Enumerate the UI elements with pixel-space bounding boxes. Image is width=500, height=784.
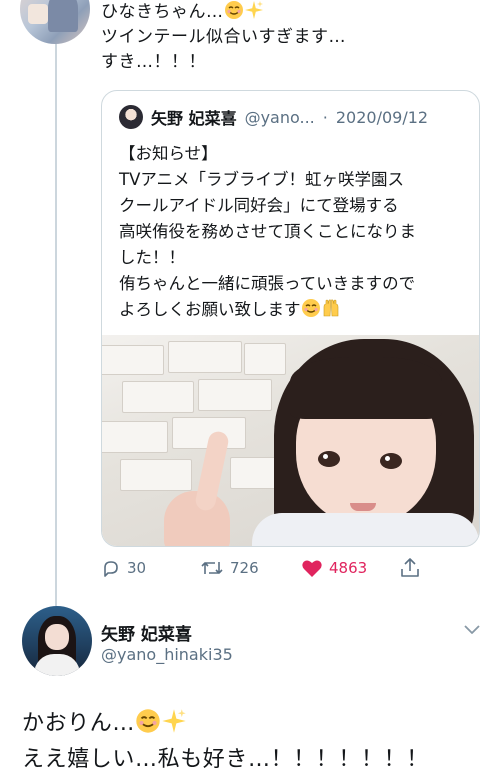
photo-brick [122, 381, 194, 413]
smiling-face-icon [136, 709, 160, 733]
quoted-tweet-date[interactable]: 2020/09/12 [336, 108, 428, 127]
reply-icon [104, 561, 118, 577]
main-line-2: ええ嬉しい…私も好き…！！！！！！！ [22, 747, 429, 772]
author-avatar-face [45, 624, 69, 650]
smiling-face-icon [224, 1, 243, 19]
reply-line-2: ツインテール似合いすぎます… [101, 27, 346, 47]
main-line-1: かおりん… [22, 711, 136, 736]
tweet-action-bar: 30 726 4863 [101, 555, 478, 581]
sparkles-icon [244, 1, 263, 19]
quote-line-5: した！！ [119, 248, 185, 267]
author-avatar[interactable] [22, 606, 92, 676]
header-separator: · [322, 107, 328, 127]
avatar-figure [48, 0, 78, 32]
retweet-button[interactable]: 726 [200, 555, 259, 581]
reply-tweet-text: ひなきちゃん… ツインテール似合いすぎます… すき…！！！ [101, 0, 346, 75]
retweet-icon [201, 562, 223, 574]
photo-brick [168, 341, 242, 373]
photo-brick [102, 345, 164, 375]
thread-connector-line [55, 40, 57, 606]
author-name[interactable]: 矢野 妃菜喜 [101, 620, 192, 645]
quoted-author-avatar[interactable] [119, 105, 143, 129]
raised-hands-icon [323, 299, 338, 317]
quote-line-4: 高咲侑役を務めさせて頂くことになりま [119, 222, 416, 241]
quote-line-3: クールアイドル同好会」にて登場する [119, 196, 399, 215]
quote-line-6: 侑ちゃんと一緒に頑張っていきますので [119, 274, 416, 293]
share-button[interactable] [399, 555, 421, 581]
avatar-detail [28, 4, 48, 24]
reply-button[interactable]: 30 [101, 555, 146, 581]
quoted-author-name[interactable]: 矢野 妃菜喜 [151, 105, 237, 129]
share-icon [401, 558, 419, 577]
quote-line-2: TVアニメ「ラブライブ！虹ヶ咲学園ス [119, 170, 405, 189]
smiling-face-icon [301, 299, 320, 317]
reply-line-1: ひなきちゃん… [101, 2, 224, 22]
quoted-author-handle[interactable]: @yano... [245, 108, 315, 127]
quoted-tweet-photo[interactable] [102, 335, 479, 546]
reply-count: 30 [127, 559, 147, 577]
photo-shirt [252, 513, 479, 546]
sparkles-icon [162, 709, 186, 733]
quote-line-7: よろしくお願い致します [119, 300, 301, 319]
heart-icon [302, 560, 322, 577]
main-tweet-text: かおりん… ええ嬉しい…私も好き…！！！！！！！ [22, 706, 429, 778]
quote-line-1: 【お知らせ】 [119, 144, 218, 163]
like-count: 4863 [329, 559, 368, 577]
photo-brick [198, 379, 272, 411]
photo-brick [120, 459, 192, 491]
photo-bangs [290, 357, 442, 419]
like-button[interactable]: 4863 [301, 555, 367, 581]
photo-eye-left [318, 451, 340, 467]
photo-eye-right [380, 453, 402, 469]
retweet-count: 726 [230, 559, 259, 577]
quoted-tweet-card[interactable]: 矢野 妃菜喜 @yano... · 2020/09/12 【お知らせ】 TVアニ… [101, 90, 480, 547]
reply-line-3: すき…！！！ [101, 52, 206, 72]
quoted-tweet-header: 矢野 妃菜喜 @yano... · 2020/09/12 [119, 105, 428, 129]
photo-lips [350, 503, 376, 511]
photo-brick [102, 421, 168, 453]
quoted-tweet-text: 【お知らせ】 TVアニメ「ラブライブ！虹ヶ咲学園ス クールアイドル同好会」にて登… [119, 141, 469, 323]
author-handle[interactable]: @yano_hinaki35 [101, 645, 233, 664]
chevron-down-icon[interactable] [463, 623, 481, 635]
photo-brick [244, 343, 286, 375]
replier-avatar[interactable] [20, 0, 90, 44]
